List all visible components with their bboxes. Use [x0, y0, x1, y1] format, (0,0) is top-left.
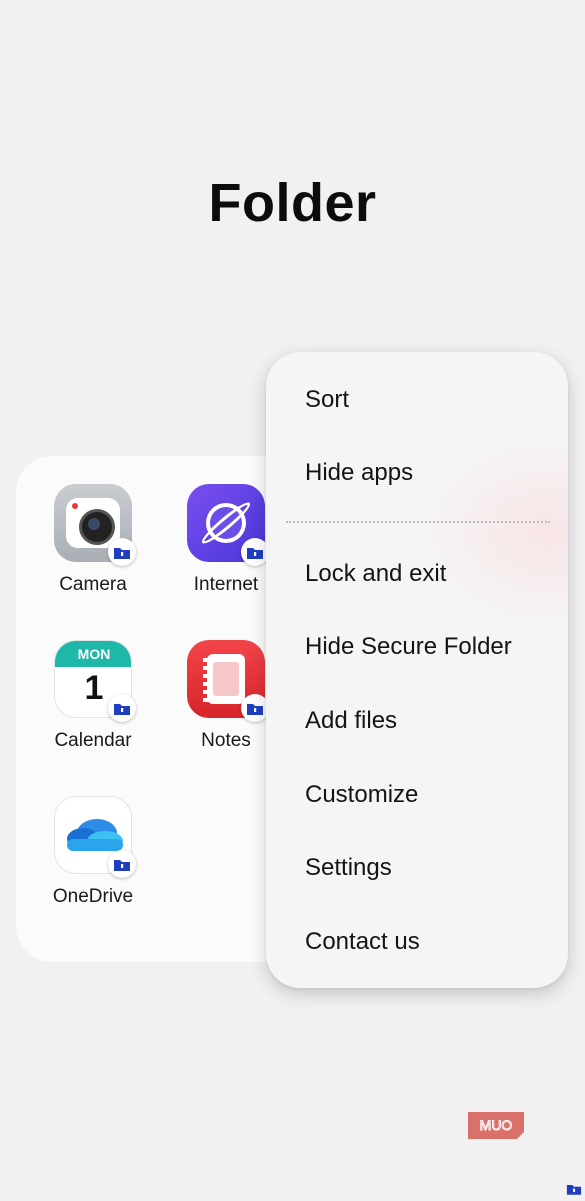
menu-item-contact-us[interactable]: Contact us: [305, 928, 420, 956]
menu-divider: [286, 521, 550, 523]
app-camera[interactable]: Camera: [28, 484, 158, 596]
calendar-month: MON: [77, 646, 111, 662]
secure-folder-lock-icon: [566, 1182, 582, 1196]
menu-item-sort[interactable]: Sort: [305, 386, 349, 414]
secure-folder-lock-icon: [241, 694, 269, 722]
overflow-menu: Sort Hide apps Lock and exit Hide Secure…: [266, 352, 568, 988]
app-onedrive[interactable]: OneDrive: [28, 796, 158, 908]
menu-item-lock-and-exit[interactable]: Lock and exit: [305, 560, 446, 588]
secure-folder-lock-icon: [108, 850, 136, 878]
app-calendar[interactable]: MON 1 Calendar: [28, 640, 158, 752]
svg-text:MUO: MUO: [480, 1117, 513, 1133]
secure-folder-lock-icon: [108, 538, 136, 566]
app-label: OneDrive: [52, 886, 134, 907]
secure-folder-lock-icon: [241, 538, 269, 566]
app-label: Calendar: [54, 730, 132, 751]
page-title: Folder: [208, 173, 377, 233]
menu-item-settings[interactable]: Settings: [305, 854, 392, 882]
menu-item-hide-secure-folder[interactable]: Hide Secure Folder: [305, 633, 512, 661]
muo-watermark-logo: MUO: [468, 1112, 524, 1139]
secure-folder-lock-icon: [108, 694, 136, 722]
app-label: Camera: [59, 574, 127, 595]
menu-item-add-files[interactable]: Add files: [305, 707, 397, 735]
menu-item-customize[interactable]: Customize: [305, 781, 418, 809]
menu-item-hide-apps[interactable]: Hide apps: [305, 459, 413, 487]
